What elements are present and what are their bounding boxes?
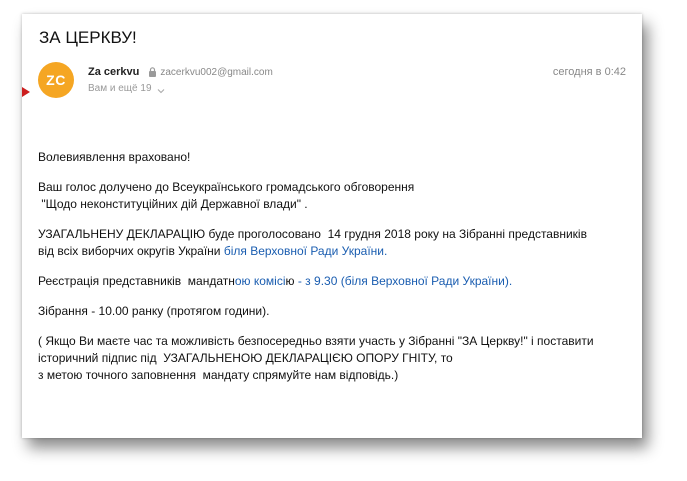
parliament-link[interactable]: біля Верховної Ради України. (224, 244, 387, 258)
avatar-initials: ZC (46, 72, 66, 88)
sender-name[interactable]: Za cerkvu (88, 66, 139, 78)
recipients-toggle[interactable]: Вам и ещё 19 (88, 83, 165, 94)
body-paragraph-5: Зібрання - 10.00 ранку (протягом години)… (38, 303, 633, 320)
body-text: ю (285, 274, 295, 288)
sender-row: Za cerkvu zacerkvu002@gmail.com (88, 66, 273, 78)
selection-marker-icon (22, 87, 30, 97)
body-line: від всіх виборчих округів України біля В… (38, 243, 633, 260)
body-text: історичний підпис під УЗАГАЛЬНЕНОЮ ДЕКЛА… (38, 351, 453, 365)
body-text: Зібрання - 10.00 ранку (протягом години)… (38, 304, 270, 318)
message-date: сегодня в 0:42 (552, 66, 626, 78)
body-paragraph-6: ( Якщо Ви маєте час та можливість безпос… (38, 333, 633, 384)
body-paragraph-1: Волевиявлення враховано! (38, 149, 633, 166)
body-text: Ваш голос долучено до Всеукраїнського гр… (38, 180, 415, 194)
body-text: ( Якщо Ви маєте час та можливість безпос… (38, 334, 594, 348)
chevron-down-icon (157, 86, 165, 93)
body-text: від всіх виборчих округів України (38, 244, 224, 258)
message-body: Волевиявлення враховано! Ваш голос долуч… (38, 149, 633, 397)
email-card: ЗА ЦЕРКВУ! ZC Za cerkvu zacerkvu002@gmai… (22, 14, 642, 438)
body-text: з метою точного заповнення мандату спрям… (38, 368, 399, 382)
sender-avatar[interactable]: ZC (38, 62, 74, 98)
registration-link[interactable]: - з 9.30 (біля Верховної Ради України). (295, 274, 512, 288)
commission-link[interactable]: ою комісі (235, 274, 286, 288)
body-paragraph-2: Ваш голос долучено до Всеукраїнського гр… (38, 179, 633, 213)
lock-icon (148, 67, 157, 77)
body-text: Реєстрація представників мандатн (38, 274, 235, 288)
body-line: Реєстрація представників мандатною коміс… (38, 273, 633, 290)
body-text: Волевиявлення враховано! (38, 150, 191, 164)
body-paragraph-4: Реєстрація представників мандатною коміс… (38, 273, 633, 290)
recipients-label: Вам и ещё 19 (88, 83, 152, 94)
email-subject: ЗА ЦЕРКВУ! (39, 28, 137, 47)
body-text: УЗАГАЛЬНЕНУ ДЕКЛАРАЦІЮ буде проголосован… (38, 227, 587, 241)
sender-email[interactable]: zacerkvu002@gmail.com (160, 67, 272, 78)
body-paragraph-3: УЗАГАЛЬНЕНУ ДЕКЛАРАЦІЮ буде проголосован… (38, 226, 633, 260)
body-text: "Щодо неконституційних дій Державної вла… (38, 197, 308, 211)
